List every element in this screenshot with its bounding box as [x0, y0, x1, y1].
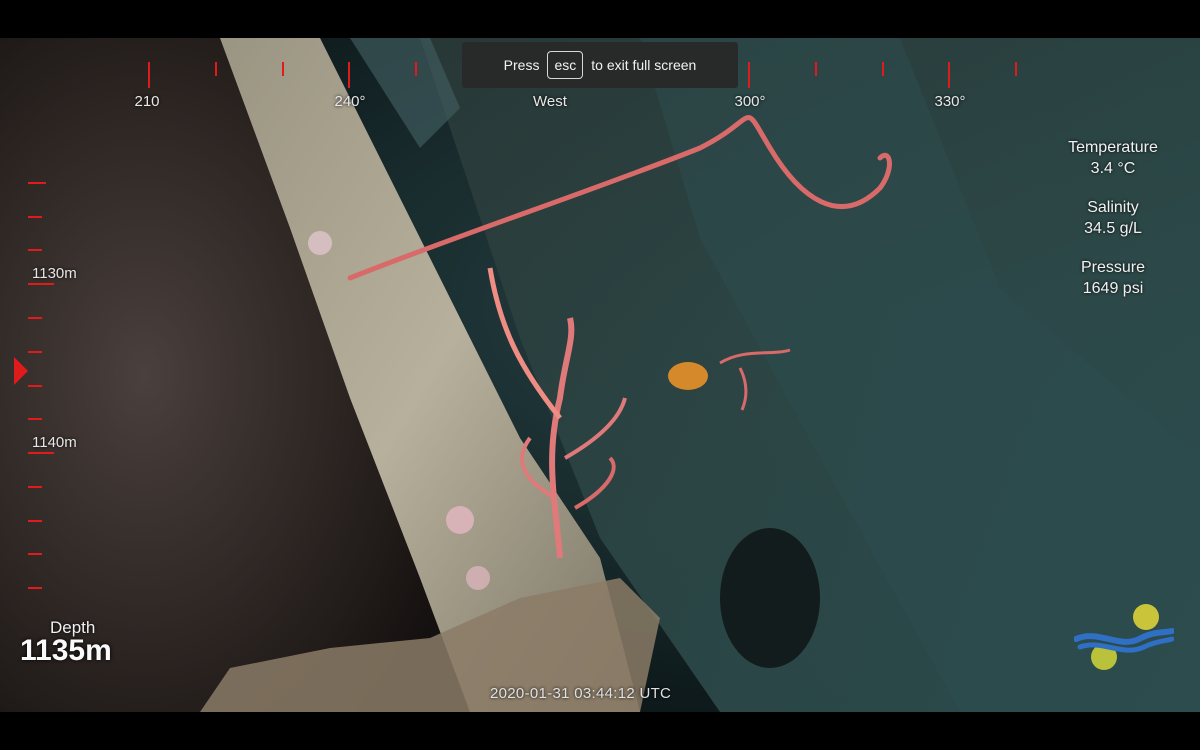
depth-tick-major — [28, 283, 54, 285]
esc-key[interactable]: esc — [547, 51, 584, 79]
compass-minor-tick — [282, 62, 284, 76]
compass-label-240: 240° — [334, 93, 366, 110]
pressure-label: Pressure — [1080, 259, 1146, 276]
compass-minor-tick — [215, 62, 217, 76]
pressure-value: 1649 psi — [1082, 280, 1144, 297]
depth-tick — [28, 317, 42, 319]
letterbox-top — [0, 0, 1200, 38]
depth-tick — [28, 486, 42, 488]
video-frame[interactable] — [0, 38, 1200, 712]
depth-label-1140: 1140m — [32, 434, 77, 451]
salinity-readout: Salinity 34.5 g/L — [1048, 197, 1178, 239]
temperature-label: Temperature — [1068, 139, 1158, 156]
depth-tick — [28, 520, 42, 522]
compass-major-tick — [348, 62, 350, 88]
depth-tick — [28, 182, 46, 184]
deep-sea-scene — [0, 38, 1200, 712]
compass-minor-tick — [415, 62, 417, 76]
compass-label-west: West — [533, 93, 567, 110]
temperature-readout: Temperature 3.4 °C — [1048, 137, 1178, 179]
compass-major-tick — [948, 62, 950, 88]
current-depth-marker-icon — [14, 357, 28, 385]
salinity-value: 34.5 g/L — [1084, 220, 1142, 237]
depth-value: 1135m — [20, 634, 112, 667]
depth-tick — [28, 553, 42, 555]
compass-label-300: 300° — [734, 93, 766, 110]
letterbox-bottom — [0, 712, 1200, 750]
compass-label-330: 330° — [934, 93, 966, 110]
depth-tick — [28, 216, 42, 218]
compass-minor-tick — [1015, 62, 1017, 76]
depth-tick — [28, 351, 42, 353]
pressure-readout: Pressure 1649 psi — [1048, 257, 1178, 299]
compass-minor-tick — [815, 62, 817, 76]
depth-label-1130: 1130m — [32, 265, 77, 282]
depth-tick — [28, 587, 42, 589]
salinity-label: Salinity — [1087, 199, 1139, 216]
compass-major-tick — [148, 62, 150, 88]
timestamp: 2020-01-31 03:44:12 UTC — [490, 685, 672, 702]
notice-suffix-text: to exit full screen — [591, 57, 697, 73]
compass-major-tick — [748, 62, 750, 88]
compass-minor-tick — [882, 62, 884, 76]
compass-label-210: 210 — [134, 93, 160, 110]
temperature-value: 3.4 °C — [1090, 160, 1136, 177]
organization-logo-icon — [1074, 604, 1174, 670]
notice-press-text: Press — [503, 57, 540, 73]
depth-tick — [28, 418, 42, 420]
fullscreen-exit-notice: Press esc to exit full screen — [462, 42, 738, 88]
depth-tick — [28, 249, 42, 251]
depth-tick-major — [28, 452, 54, 454]
depth-tick — [28, 385, 42, 387]
